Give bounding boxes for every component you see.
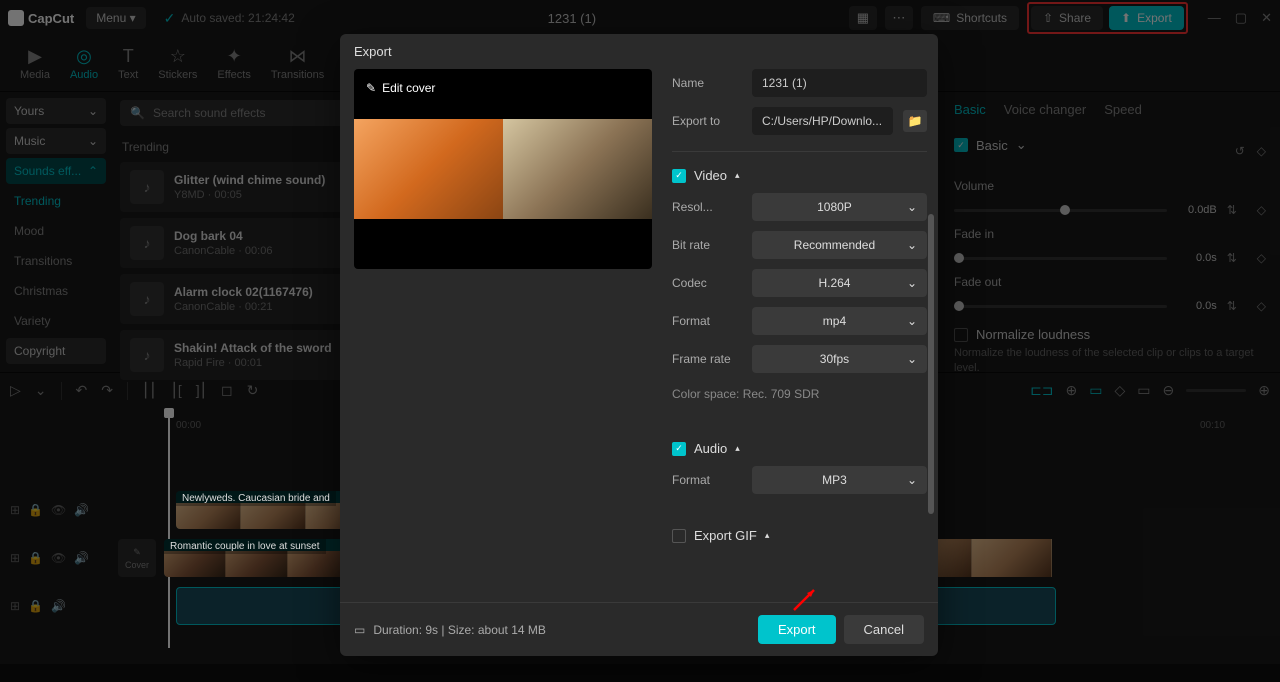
- format-select[interactable]: mp4⌄: [752, 307, 927, 335]
- video-section-header[interactable]: ✓ Video ▴: [672, 168, 927, 183]
- chevron-down-icon: ⌄: [907, 238, 917, 252]
- cancel-button[interactable]: Cancel: [844, 615, 924, 644]
- chevron-up-icon: ▴: [735, 443, 740, 454]
- name-label: Name: [672, 76, 742, 90]
- film-icon: ▭: [354, 623, 365, 637]
- checkbox-on-icon[interactable]: ✓: [672, 169, 686, 183]
- checkbox-on-icon[interactable]: ✓: [672, 442, 686, 456]
- chevron-up-icon: ▴: [735, 170, 740, 181]
- export-confirm-button[interactable]: Export: [758, 615, 836, 644]
- bitrate-label: Bit rate: [672, 238, 742, 252]
- framerate-select[interactable]: 30fps⌄: [752, 345, 927, 373]
- gif-section-header[interactable]: Export GIF ▴: [672, 528, 927, 543]
- resolution-label: Resol...: [672, 200, 742, 214]
- codec-label: Codec: [672, 276, 742, 290]
- framerate-label: Frame rate: [672, 352, 742, 366]
- resolution-select[interactable]: 1080P⌄: [752, 193, 927, 221]
- audio-format-label: Format: [672, 473, 742, 487]
- chevron-up-icon: ▴: [765, 530, 770, 541]
- bitrate-select[interactable]: Recommended⌄: [752, 231, 927, 259]
- codec-select[interactable]: H.264⌄: [752, 269, 927, 297]
- name-input[interactable]: [752, 69, 927, 97]
- audio-format-select[interactable]: MP3⌄: [752, 466, 927, 494]
- modal-scrollbar[interactable]: [928, 214, 934, 554]
- folder-icon[interactable]: 📁: [903, 110, 927, 132]
- cover-preview: ✎ Edit cover: [354, 69, 652, 269]
- edit-cover-button[interactable]: ✎ Edit cover: [366, 81, 435, 95]
- gif-checkbox[interactable]: [672, 529, 686, 543]
- duration-info: ▭ Duration: 9s | Size: about 14 MB: [354, 623, 546, 637]
- export-modal: Export ✎ Edit cover Name Export to: [340, 34, 938, 656]
- format-label: Format: [672, 314, 742, 328]
- modal-title: Export: [340, 34, 938, 69]
- export-path[interactable]: C:/Users/HP/Downlo...: [752, 107, 893, 135]
- modal-footer: ▭ Duration: 9s | Size: about 14 MB Expor…: [340, 602, 938, 656]
- chevron-down-icon: ⌄: [907, 200, 917, 214]
- export-to-label: Export to: [672, 114, 742, 128]
- chevron-down-icon: ⌄: [907, 473, 917, 487]
- chevron-down-icon: ⌄: [907, 276, 917, 290]
- pen-icon: ✎: [366, 81, 376, 95]
- chevron-down-icon: ⌄: [907, 314, 917, 328]
- chevron-down-icon: ⌄: [907, 352, 917, 366]
- colorspace-info: Color space: Rec. 709 SDR: [672, 387, 927, 401]
- audio-section-header[interactable]: ✓ Audio ▴: [672, 441, 927, 456]
